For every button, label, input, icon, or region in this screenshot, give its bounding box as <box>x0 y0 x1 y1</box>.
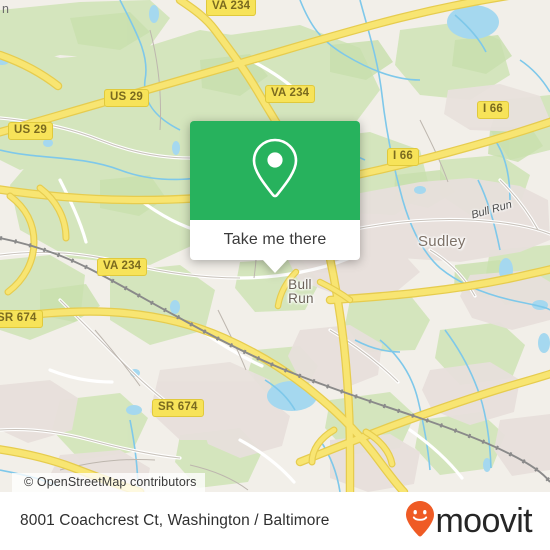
callout-pointer-tail <box>262 259 288 273</box>
osm-attribution[interactable]: © OpenStreetMap contributors <box>12 473 205 492</box>
road-shield-i-66-east[interactable]: I 66 <box>477 101 509 119</box>
road-shield-us-29-west[interactable]: US 29 <box>8 122 53 140</box>
moovit-smiley-pin-icon <box>405 500 435 543</box>
road-shield-i-66-west[interactable]: I 66 <box>387 148 419 166</box>
moovit-wordmark: moovit <box>435 502 532 540</box>
road-shield-va-234-lower[interactable]: VA 234 <box>97 258 148 276</box>
place-label-bull-run-line1: Bull <box>288 277 312 292</box>
place-label-sudley: Sudley <box>418 233 466 250</box>
place-label-bull-run-line2: Run <box>288 291 314 306</box>
road-shield-va-234-upper[interactable]: VA 234 <box>265 85 316 103</box>
callout-action-area[interactable]: Take me there <box>190 220 360 273</box>
moovit-logo[interactable]: moovit <box>405 500 533 543</box>
road-shield-sr-674-south[interactable]: SR 674 <box>152 399 204 417</box>
road-shield-va-234-north[interactable]: VA 234 <box>206 0 257 16</box>
footer-bar: 8001 Coachcrest Ct, Washington / Baltimo… <box>0 492 550 550</box>
attribution-clipped-text: n <box>2 2 9 16</box>
callout-icon-area <box>190 121 360 220</box>
road-shield-us-29-upper[interactable]: US 29 <box>104 89 149 107</box>
moovit-map-screenshot: VA 234 US 29 VA 234 I 66 US 29 I 66 VA 2… <box>0 0 550 550</box>
callout-action-label: Take me there <box>223 231 327 248</box>
map-pin-icon <box>246 136 304 205</box>
address-title: 8001 Coachcrest Ct, Washington / Baltimo… <box>20 512 330 529</box>
take-me-there-callout[interactable]: Take me there <box>190 121 360 273</box>
